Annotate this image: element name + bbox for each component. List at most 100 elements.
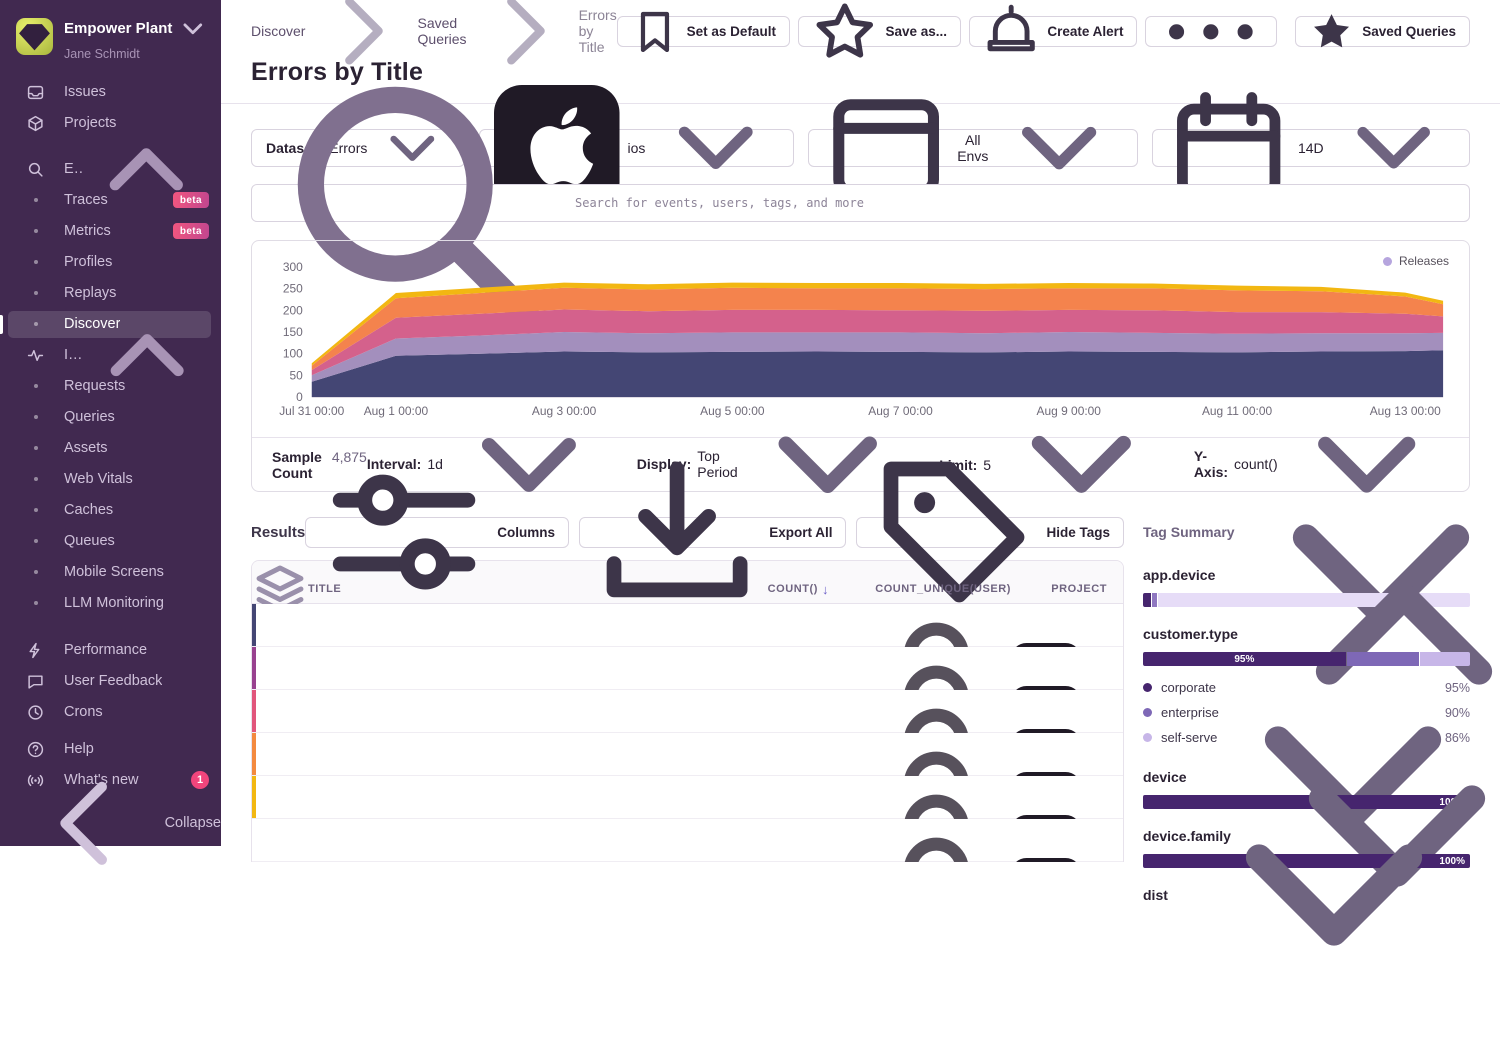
org-logo [16, 18, 53, 55]
environment-filter[interactable]: All Envs [808, 129, 1138, 167]
count-unique-column-header[interactable]: COUNT_UNIQUE(USER) [831, 583, 1011, 595]
collapse-button[interactable]: Collapse [0, 800, 221, 846]
tag-name: dist [1143, 887, 1168, 903]
help-icon [27, 741, 44, 758]
sidebar-item-label: Metrics [64, 223, 111, 239]
set-as-default-button[interactable]: Set as Default [617, 16, 790, 47]
sidebar-item-label: Traces [64, 192, 108, 208]
project-filter-value: ios [628, 140, 646, 156]
main-content: DiscoverSaved QueriesErrors by Title Set… [221, 0, 1500, 846]
sidebar-item-label: Web Vitals [64, 471, 133, 487]
button-label: Hide Tags [1047, 525, 1111, 540]
breadcrumb-saved-queries[interactable]: Saved Queries [418, 15, 467, 47]
results-heading: Results [251, 524, 305, 541]
svg-text:Jul 31 00:00: Jul 31 00:00 [279, 404, 344, 418]
sidebar-item-web-vitals[interactable]: Web Vitals [0, 464, 221, 495]
sidebar-item-profiles[interactable]: Profiles [0, 247, 221, 278]
svg-text:Aug 11 00:00: Aug 11 00:00 [1202, 404, 1273, 418]
export-all-button[interactable]: Export All [579, 517, 846, 548]
svg-text:Aug 3 00:00: Aug 3 00:00 [532, 404, 597, 418]
button-label: Create Alert [1047, 24, 1123, 39]
errors-over-time-chart[interactable]: 050100150200250300Jul 31 00:00Aug 1 00:0… [254, 251, 1467, 437]
table-row[interactable]: HTTPClientError: HTTP Client Error with … [252, 604, 1123, 647]
sidebar-item-label: Queries [64, 409, 115, 425]
svg-text:Aug 1 00:00: Aug 1 00:00 [364, 404, 429, 418]
table-row[interactable]: EmpowerPlant.SampleError: happyCustomer … [252, 819, 1123, 862]
create-alert-button[interactable]: Create Alert [969, 16, 1137, 47]
projects-icon [27, 115, 44, 132]
table-row[interactable]: EXC_BAD_INSTRUCTION: captureFatalError: … [252, 733, 1123, 776]
sidebar-item-label: Queues [64, 533, 115, 549]
bullet-icon [34, 446, 38, 450]
project-cell[interactable]: ios [1011, 858, 1123, 862]
sidebar-item-llm-monitoring[interactable]: LLM Monitoring [0, 588, 221, 619]
sidebar-item-explore[interactable]: Explore [0, 154, 221, 185]
svg-text:50: 50 [289, 368, 303, 382]
feedback-icon [27, 673, 44, 690]
table-row[interactable]: My Custom exeption: User clicked the but… [252, 647, 1123, 690]
series-color-bar [252, 733, 256, 775]
chart-legend[interactable]: Releases [1383, 254, 1449, 268]
sidebar-item-issues[interactable]: Issues [0, 77, 221, 108]
table-row[interactable]: App Hanging: App hanging for at least 20… [252, 690, 1123, 733]
notification-badge: 1 [191, 771, 209, 789]
sidebar-item-caches[interactable]: Caches [0, 495, 221, 526]
search-input[interactable] [573, 195, 1457, 211]
date-range-filter[interactable]: 14D [1152, 129, 1470, 167]
tag-name: device [1143, 769, 1187, 785]
sidebar-item-insights[interactable]: Insights [0, 340, 221, 371]
table-row[interactable]: EmpowerPlant.SampleError: bestDeveloper … [252, 776, 1123, 819]
crons-icon [27, 704, 44, 721]
issues-icon [27, 84, 44, 101]
sidebar-item-mobile-screens[interactable]: Mobile Screens [0, 557, 221, 588]
sidebar-item-label: Caches [64, 502, 113, 518]
sidebar-item-assets[interactable]: Assets [0, 433, 221, 464]
series-color-bar [252, 647, 256, 689]
sidebar-item-user-feedback[interactable]: User Feedback [0, 666, 221, 697]
svg-text:250: 250 [283, 282, 303, 296]
sidebar-item-queues[interactable]: Queues [0, 526, 221, 557]
bookmark-icon [631, 8, 679, 56]
count-column-header[interactable]: COUNT()↓ [721, 582, 831, 597]
sidebar-item-what-s-new[interactable]: What's new 1 [0, 765, 221, 796]
save-as-button[interactable]: Save as... [798, 16, 961, 47]
performance-icon [27, 642, 44, 659]
title-column-header[interactable]: TITLE [308, 583, 721, 595]
sidebar-item-label: What's new [64, 772, 139, 788]
more-button[interactable] [1145, 16, 1277, 47]
sidebar-item-label: Insights [64, 347, 85, 363]
hide-tags-button[interactable]: Hide Tags [856, 517, 1124, 548]
bullet-icon [34, 539, 38, 543]
org-switcher[interactable]: Empower Plant Jane Schmidt [0, 0, 221, 69]
svg-text:Aug 7 00:00: Aug 7 00:00 [868, 404, 933, 418]
saved-queries-button[interactable]: Saved Queries [1295, 16, 1470, 47]
bullet-icon [34, 477, 38, 481]
results-table: TITLE COUNT()↓ COUNT_UNIQUE(USER) PROJEC… [251, 560, 1124, 862]
sidebar-item-label: Issues [64, 84, 106, 100]
date-range-filter-value: 14D [1298, 140, 1324, 156]
sidebar-item-performance[interactable]: Performance [0, 635, 221, 666]
sidebar-item-label: Mobile Screens [64, 564, 164, 580]
diamond-logo-icon [16, 18, 53, 55]
bullet-icon [34, 415, 38, 419]
tag-value-dot [1143, 708, 1152, 717]
sidebar-item-label: Explore [64, 161, 84, 177]
chevron-down-icon [1184, 745, 1484, 1045]
org-text: Empower Plant Jane Schmidt [64, 13, 209, 61]
breadcrumb: DiscoverSaved QueriesErrors by Title [251, 16, 617, 46]
breadcrumb-discover[interactable]: Discover [251, 23, 305, 39]
search-bar [251, 184, 1470, 222]
tag-sections: app.device0baebc0de4982f1255f2e9e9fb7…cu… [1143, 563, 1470, 907]
bullet-icon [34, 291, 38, 295]
bullet-icon [34, 570, 38, 574]
project-column-header[interactable]: PROJECT [1011, 583, 1123, 595]
tag-section-header[interactable]: dist1 [1143, 883, 1470, 907]
sample-count-label: Sample Count [272, 449, 322, 481]
sort-desc-icon: ↓ [822, 582, 829, 597]
sidebar-item-help[interactable]: Help [0, 734, 221, 765]
sidebar-item-crons[interactable]: Crons [0, 697, 221, 728]
sidebar-item-label: LLM Monitoring [64, 595, 164, 611]
app-root: Empower Plant Jane Schmidt IssuesProject… [0, 0, 1500, 846]
results-actions: Columns Export All Hide Tags [305, 517, 1124, 548]
columns-button[interactable]: Columns [305, 517, 569, 548]
